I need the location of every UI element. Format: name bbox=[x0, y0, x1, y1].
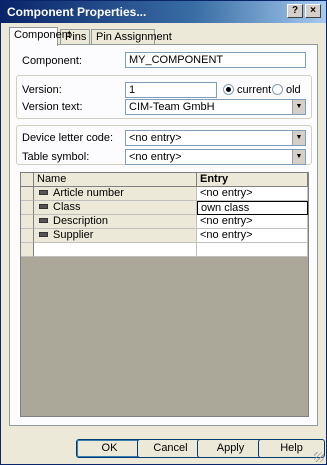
attribute-grid[interactable]: Name Entry Article number <no entry> Cla… bbox=[20, 172, 309, 417]
grid-corner bbox=[21, 173, 34, 187]
row-header[interactable] bbox=[21, 201, 34, 215]
attribute-icon bbox=[39, 189, 48, 195]
tab-pin-assignment[interactable]: Pin Assignment bbox=[91, 29, 172, 45]
attribute-name: Class bbox=[53, 201, 81, 213]
table-row[interactable]: Supplier <no entry> bbox=[21, 229, 308, 243]
apply-button[interactable]: Apply bbox=[197, 439, 264, 458]
chevron-down-icon[interactable]: ▼ bbox=[292, 150, 305, 164]
table-symbol-label: Table symbol: bbox=[22, 151, 90, 163]
version-text-value: CIM-Team GmbH bbox=[129, 101, 215, 113]
table-symbol-combo[interactable]: <no entry> ▼ bbox=[125, 149, 306, 165]
name-column-header[interactable]: Name bbox=[34, 173, 197, 187]
attribute-entry-cell[interactable]: <no entry> bbox=[197, 187, 308, 201]
component-properties-dialog: Component Properties... ? × Component Pi… bbox=[0, 0, 327, 465]
grid-header-row: Name Entry bbox=[21, 173, 308, 187]
row-header[interactable] bbox=[21, 229, 34, 243]
help-title-button[interactable]: ? bbox=[287, 4, 303, 18]
current-radio-label: current bbox=[237, 84, 272, 96]
row-header[interactable] bbox=[21, 215, 34, 229]
attribute-name: Description bbox=[53, 215, 109, 227]
tab-component[interactable]: Component bbox=[9, 27, 71, 46]
version-label: Version: bbox=[22, 84, 62, 96]
empty-entry-cell[interactable] bbox=[197, 243, 308, 257]
chevron-down-icon[interactable]: ▼ bbox=[292, 131, 305, 145]
component-label: Component: bbox=[22, 55, 82, 67]
current-radio[interactable] bbox=[223, 84, 234, 95]
attribute-name: Article number bbox=[53, 187, 124, 199]
old-radio-label: old bbox=[286, 84, 301, 96]
attribute-entry-cell[interactable]: <no entry> bbox=[197, 215, 308, 229]
component-name-field[interactable]: MY_COMPONENT bbox=[125, 52, 306, 68]
window-title: Component Properties... bbox=[7, 5, 147, 19]
title-bar[interactable]: Component Properties... ? × bbox=[1, 1, 326, 23]
row-header[interactable] bbox=[21, 187, 34, 201]
empty-name-cell[interactable] bbox=[34, 243, 197, 257]
old-radio[interactable] bbox=[272, 84, 283, 95]
device-letter-combo[interactable]: <no entry> ▼ bbox=[125, 130, 306, 146]
version-text-combo[interactable]: CIM-Team GmbH ▼ bbox=[125, 99, 306, 115]
attribute-name-cell: Article number bbox=[34, 187, 197, 201]
close-title-button[interactable]: × bbox=[305, 4, 321, 18]
ok-button[interactable]: OK bbox=[76, 439, 143, 458]
table-symbol-value: <no entry> bbox=[129, 151, 182, 163]
attribute-name-cell: Supplier bbox=[34, 229, 197, 243]
version-field[interactable]: 1 bbox=[125, 82, 217, 98]
attribute-icon bbox=[39, 203, 48, 209]
table-row[interactable]: Description <no entry> bbox=[21, 215, 308, 229]
entry-column-header[interactable]: Entry bbox=[197, 173, 308, 187]
device-letter-value: <no entry> bbox=[129, 132, 182, 144]
attribute-entry-cell-active[interactable]: own class bbox=[197, 201, 308, 215]
attribute-icon bbox=[39, 217, 48, 223]
attribute-name-cell: Class bbox=[34, 201, 197, 215]
chevron-down-icon[interactable]: ▼ bbox=[292, 100, 305, 114]
device-letter-label: Device letter code: bbox=[22, 132, 114, 144]
table-row-empty[interactable] bbox=[21, 243, 308, 257]
row-header[interactable] bbox=[21, 243, 34, 257]
attribute-name-cell: Description bbox=[34, 215, 197, 229]
resize-grip-icon[interactable] bbox=[314, 452, 324, 462]
table-row[interactable]: Article number <no entry> bbox=[21, 187, 308, 201]
table-row[interactable]: Class own class bbox=[21, 201, 308, 215]
cancel-button[interactable]: Cancel bbox=[137, 439, 204, 458]
attribute-entry-cell[interactable]: <no entry> bbox=[197, 229, 308, 243]
attribute-icon bbox=[39, 231, 48, 237]
version-text-label: Version text: bbox=[22, 101, 83, 113]
attribute-name: Supplier bbox=[53, 229, 94, 241]
component-tab-panel: Component: MY_COMPONENT Version: 1 curre… bbox=[9, 44, 318, 426]
